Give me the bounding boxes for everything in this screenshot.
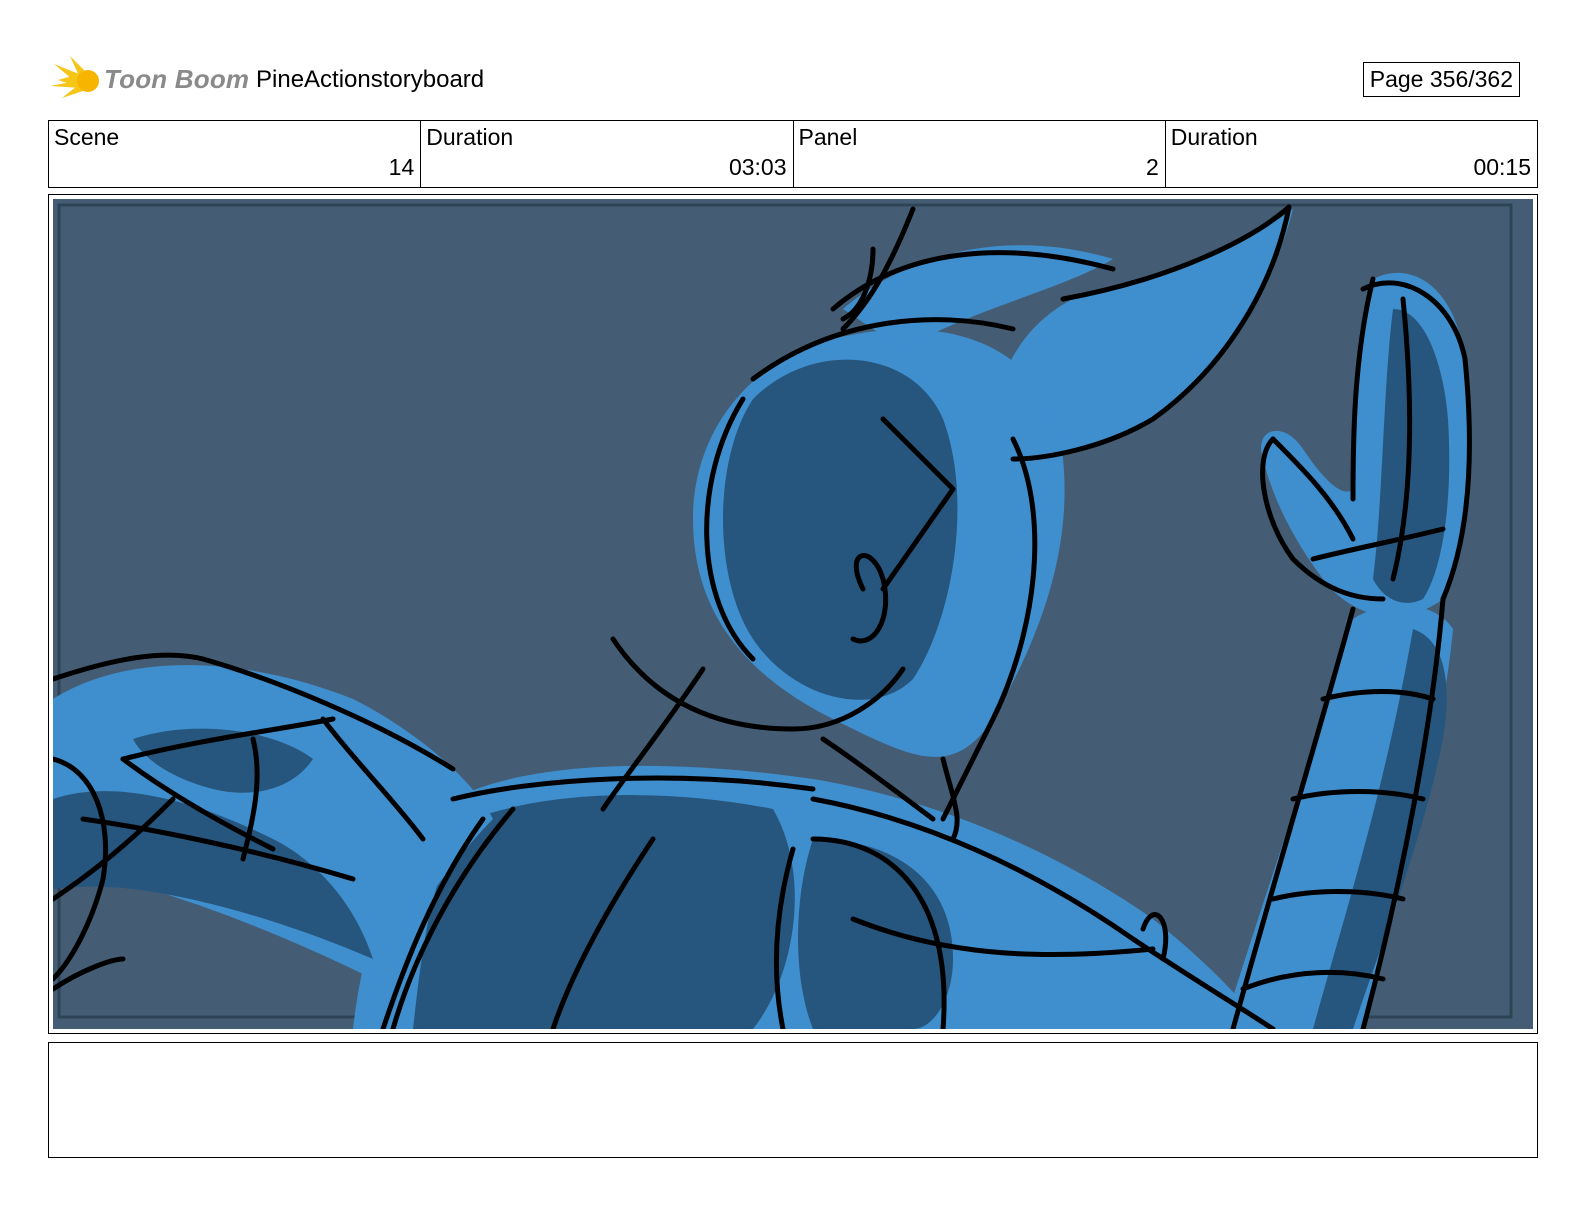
panel-duration-value: 00:15 — [1473, 154, 1531, 180]
panel-label: Panel — [798, 124, 858, 150]
panel-value: 2 — [1145, 154, 1159, 180]
scene-cell: Scene 14 — [49, 121, 420, 187]
project-title: PineActionstoryboard — [256, 66, 485, 93]
scene-duration-label: Duration — [426, 124, 514, 150]
storyboard-panel-frame — [48, 194, 1538, 1034]
toon-boom-logo: Toon Boom — [48, 54, 250, 108]
scene-label: Scene — [54, 124, 120, 150]
logo-text: Toon Boom — [104, 64, 250, 94]
character-sketch-illustration — [53, 199, 1533, 1029]
sun-burst-icon — [50, 56, 99, 98]
storyboard-panel-image — [53, 199, 1533, 1029]
panel-notes-box — [48, 1042, 1538, 1158]
scene-value: 14 — [388, 154, 415, 180]
page-number: Page 356/362 — [1362, 62, 1520, 97]
panel-info-table: Scene 14 Duration 03:03 Panel 2 Duration… — [48, 120, 1538, 188]
scene-duration-value: 03:03 — [728, 154, 787, 180]
panel-duration-cell: Duration 00:15 — [1164, 121, 1537, 187]
scene-duration-cell: Duration 03:03 — [420, 121, 792, 187]
panel-cell: Panel 2 — [792, 121, 1165, 187]
page-header: Toon Boom PineActionstoryboard Page 356/… — [48, 52, 1538, 108]
panel-duration-label: Duration — [1170, 124, 1258, 150]
